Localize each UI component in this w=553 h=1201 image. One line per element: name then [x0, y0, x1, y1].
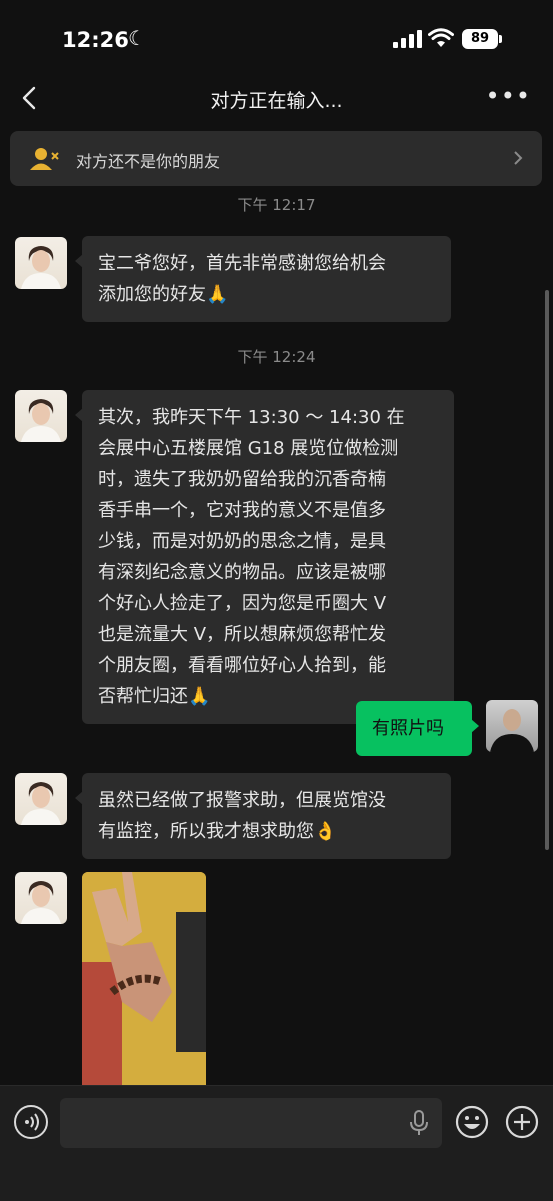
- message-bubble[interactable]: 其次，我昨天下午 13:30 ～ 14:30 在 会展中心五楼展馆 G18 展览…: [75, 390, 454, 724]
- status-bar: 12:26 ☾ 89: [0, 0, 553, 80]
- chevron-right-icon: [514, 151, 523, 165]
- plus-icon[interactable]: [505, 1105, 539, 1139]
- avatar[interactable]: [15, 237, 67, 289]
- user-block-icon: [30, 148, 59, 170]
- voice-icon[interactable]: [14, 1105, 48, 1139]
- input-bar: [0, 1085, 553, 1201]
- not-friend-banner[interactable]: 对方还不是你的朋友: [10, 131, 542, 186]
- message-line: 少钱，而是对奶奶的思念之情，是具: [98, 531, 386, 552]
- battery-nub: [499, 35, 502, 43]
- page-title: 对方正在输入...: [210, 90, 343, 112]
- signal-icon: [393, 30, 423, 48]
- message-bubble[interactable]: 宝二爷您好，首先非常感谢您给机会 添加您的好友🙏: [75, 236, 451, 322]
- battery-icon: 89: [462, 29, 498, 49]
- message-line: 也是流量大 V，所以想麻烦您帮忙发: [98, 624, 387, 645]
- timestamp: 下午 12:17: [237, 196, 316, 214]
- message-line: 宝二爷您好，首先非常感谢您给机会: [98, 253, 386, 274]
- emoji-icon[interactable]: [455, 1105, 489, 1139]
- message-line: 会展中心五楼展馆 G18 展览位做检测: [98, 438, 399, 459]
- nav-bar: 对方正在输入... •••: [0, 76, 553, 122]
- wifi-icon: [428, 28, 454, 47]
- message-input[interactable]: [60, 1098, 442, 1148]
- image-message[interactable]: [82, 872, 206, 1085]
- avatar[interactable]: [15, 390, 67, 442]
- scrollbar[interactable]: [545, 290, 549, 850]
- message-line: 其次，我昨天下午 13:30 ～ 14:30 在: [98, 407, 405, 428]
- message-line: 有照片吗: [372, 718, 444, 739]
- banner-text: 对方还不是你的朋友: [76, 152, 221, 171]
- message-line: 添加您的好友🙏: [98, 284, 229, 305]
- message-bubble[interactable]: 虽然已经做了报警求助，但展览馆没 有监控，所以我才想求助您👌: [75, 773, 451, 859]
- status-time: 12:26: [62, 28, 129, 52]
- message-line: 香手串一个，它对我的意义不是值多: [98, 500, 386, 521]
- timestamp: 下午 12:24: [237, 348, 316, 366]
- message-line: 虽然已经做了报警求助，但展览馆没: [98, 790, 386, 811]
- message-line: 有深刻纪念意义的物品。应该是被哪: [98, 562, 386, 583]
- moon-icon: ☾: [128, 26, 146, 50]
- more-icon[interactable]: •••: [486, 82, 531, 110]
- my-avatar[interactable]: [486, 700, 538, 752]
- avatar[interactable]: [15, 872, 67, 924]
- chat-area[interactable]: 下午 12:17 宝二爷您好，首先非常感谢您给机会 添加您的好友🙏 下午 12:…: [0, 190, 553, 1085]
- avatar[interactable]: [15, 773, 67, 825]
- mic-icon[interactable]: [409, 1110, 429, 1136]
- message-line: 有监控，所以我才想求助您👌: [98, 821, 337, 842]
- battery-level: 89: [470, 31, 490, 46]
- message-line: 时，遗失了我奶奶留给我的沉香奇楠: [98, 469, 386, 490]
- message-line: 个朋友圈，看看哪位好心人拾到，能: [98, 655, 386, 676]
- message-line: 个好心人捡走了，因为您是币圈大 V: [98, 593, 387, 614]
- message-bubble-outgoing[interactable]: 有照片吗: [356, 701, 479, 756]
